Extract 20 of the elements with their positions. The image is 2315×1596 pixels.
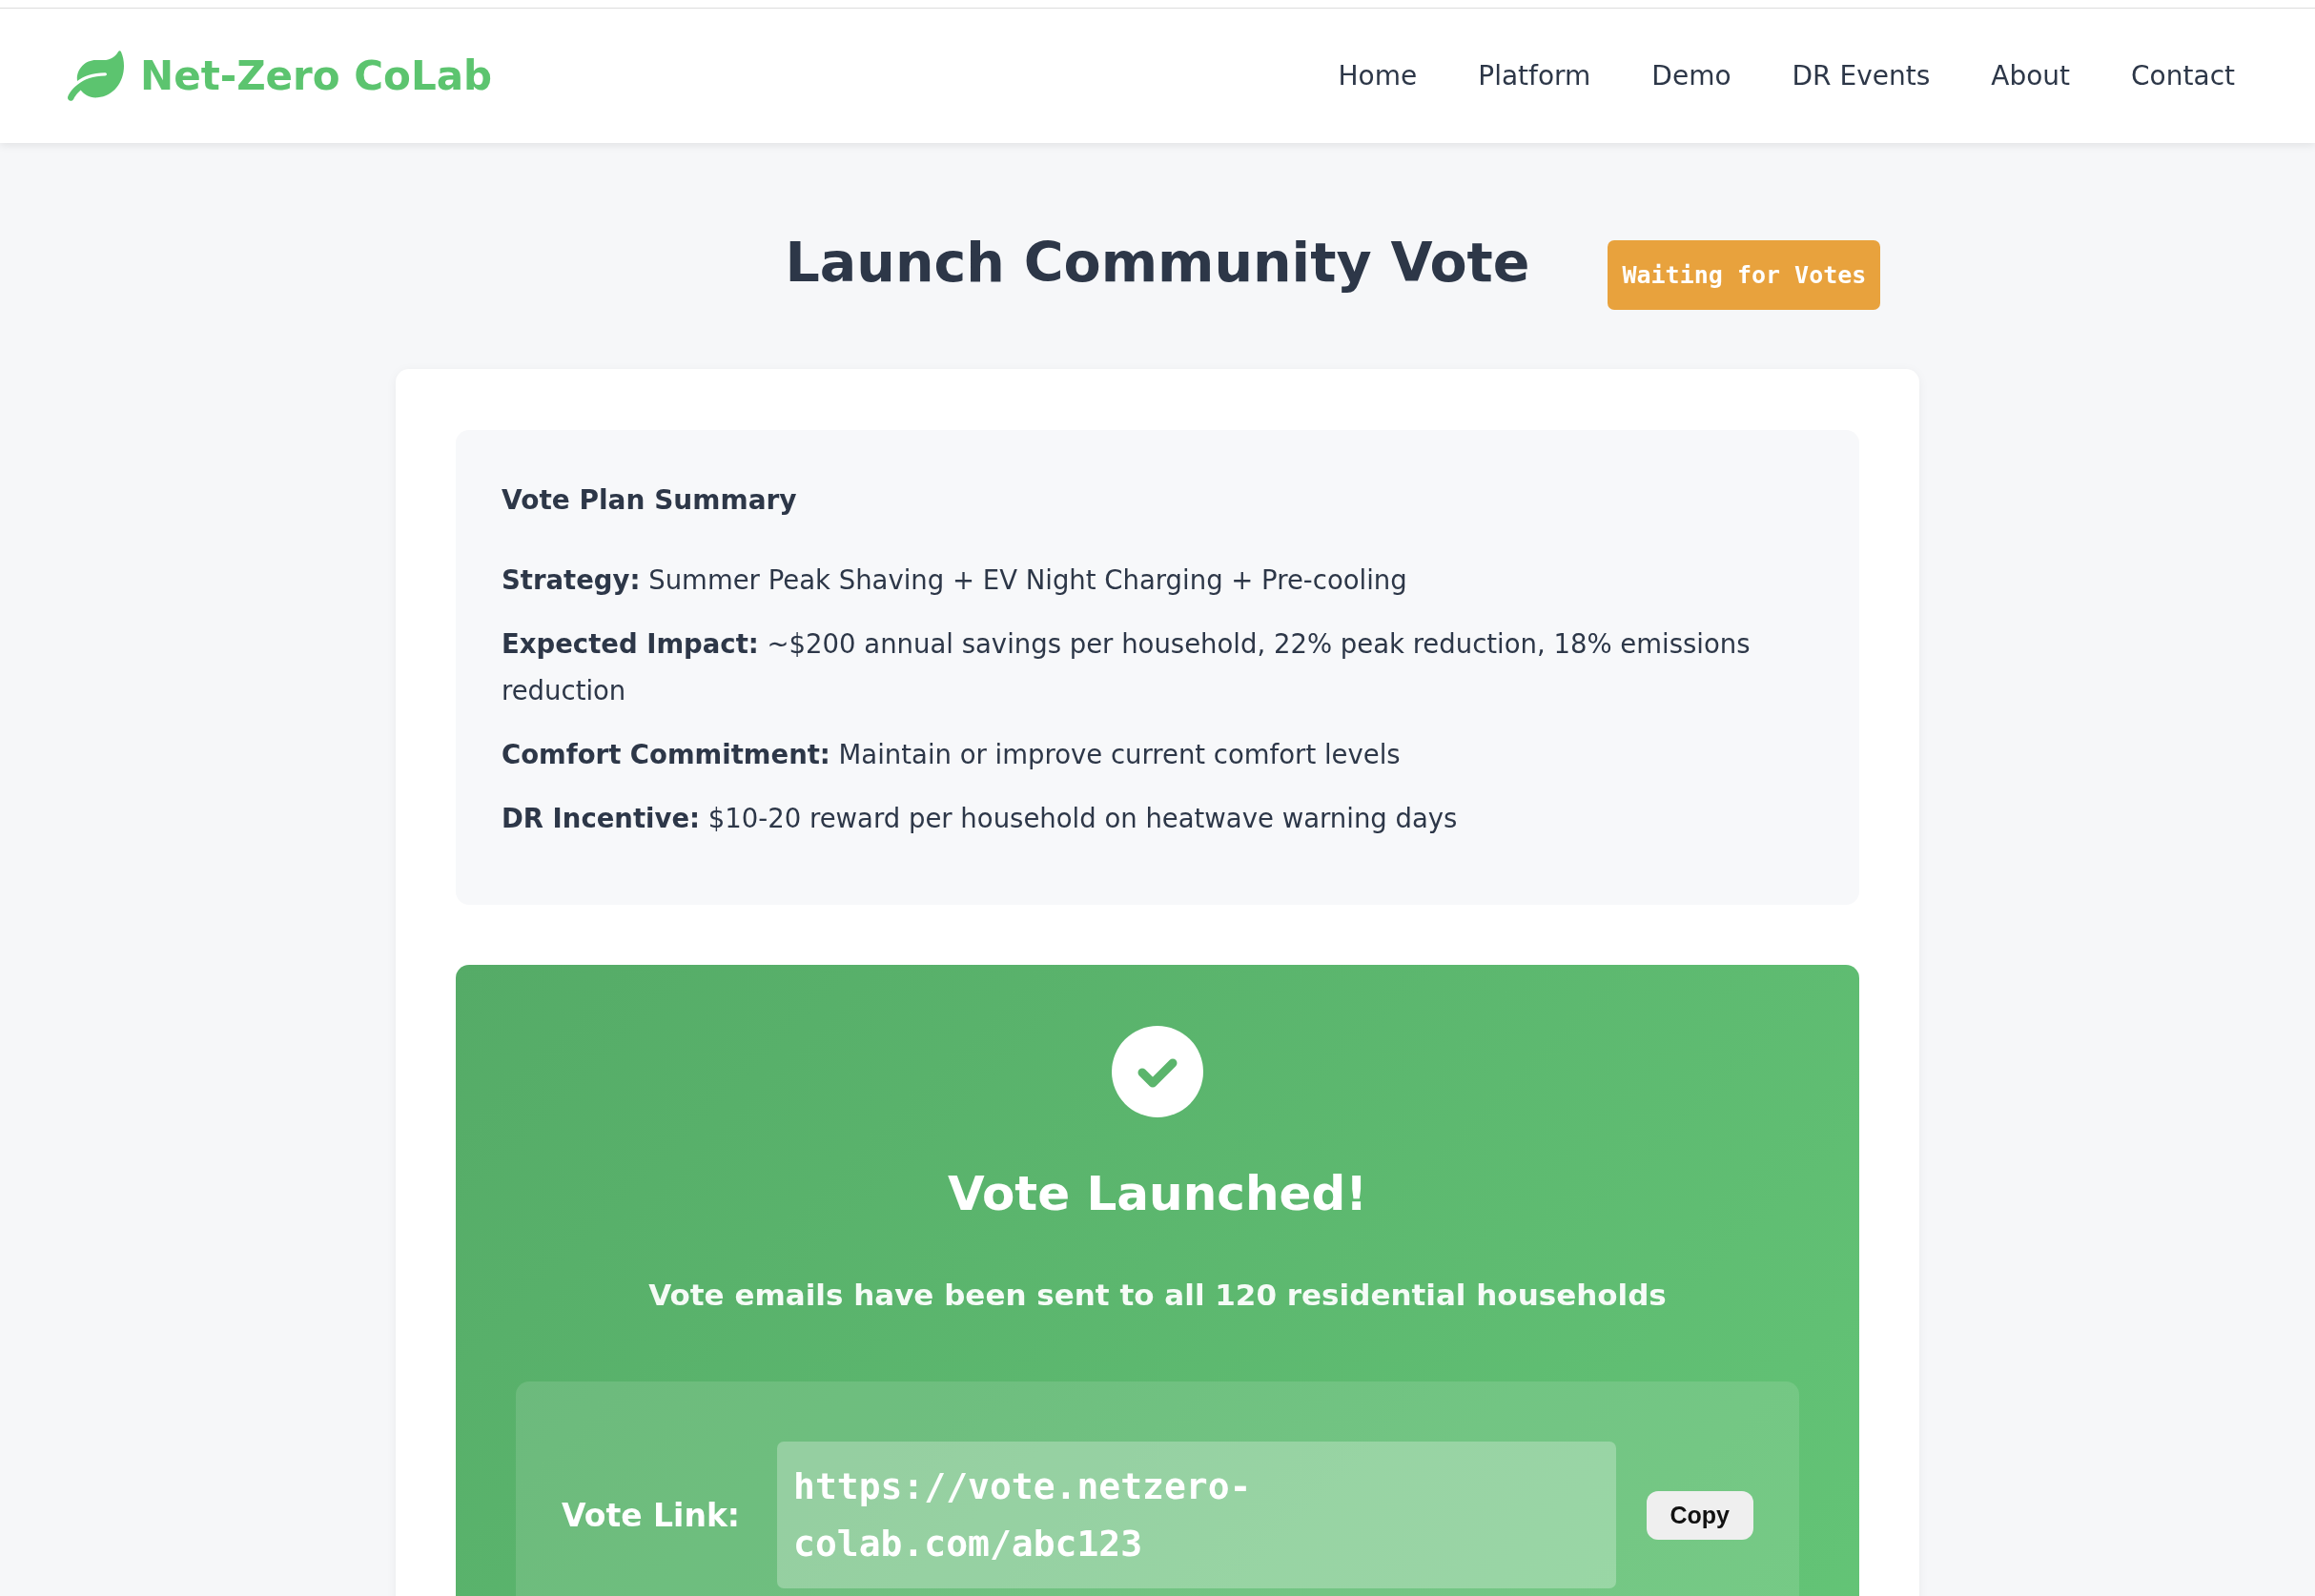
success-title: Vote Launched! bbox=[947, 1165, 1368, 1222]
summary-item: Comfort Commitment: Maintain or improve current comfort levels bbox=[502, 738, 1402, 771]
leaf-icon bbox=[68, 48, 124, 104]
summary-item: Expected Impact: ~$200 annual savings per household, 22% peak reduction, 18% emissions reduction bbox=[502, 627, 1752, 707]
nav-link[interactable]: Demo bbox=[1651, 60, 1731, 92]
check-circle-icon bbox=[1112, 1026, 1203, 1117]
nav-link[interactable]: DR Events bbox=[1792, 60, 1931, 92]
status-badge: Waiting for Votes bbox=[1608, 240, 1881, 310]
nav-link[interactable]: Contact bbox=[2131, 60, 2235, 92]
link-label: Vote Link: bbox=[562, 1496, 741, 1534]
summary-item: Strategy: Summer Peak Shaving + EV Night Charging + Pre-cooling bbox=[502, 563, 1408, 597]
page-title: Launch Community Vote bbox=[785, 230, 1530, 296]
vote-link-url: https://vote.netzero-colab.com/abc123 bbox=[777, 1442, 1616, 1588]
copy-button[interactable]: Copy bbox=[1646, 1490, 1753, 1540]
nav-link[interactable]: About bbox=[1991, 60, 2071, 92]
nav-link[interactable]: Platform bbox=[1478, 60, 1591, 92]
success-message: Vote emails have been sent to all 120 residential households bbox=[648, 1277, 1667, 1314]
nav-link[interactable]: Home bbox=[1338, 60, 1418, 92]
summary-title: Vote Plan Summary bbox=[502, 483, 798, 518]
summary-item: DR Incentive: $10-20 reward per household on heatwave warning days bbox=[502, 802, 1459, 835]
